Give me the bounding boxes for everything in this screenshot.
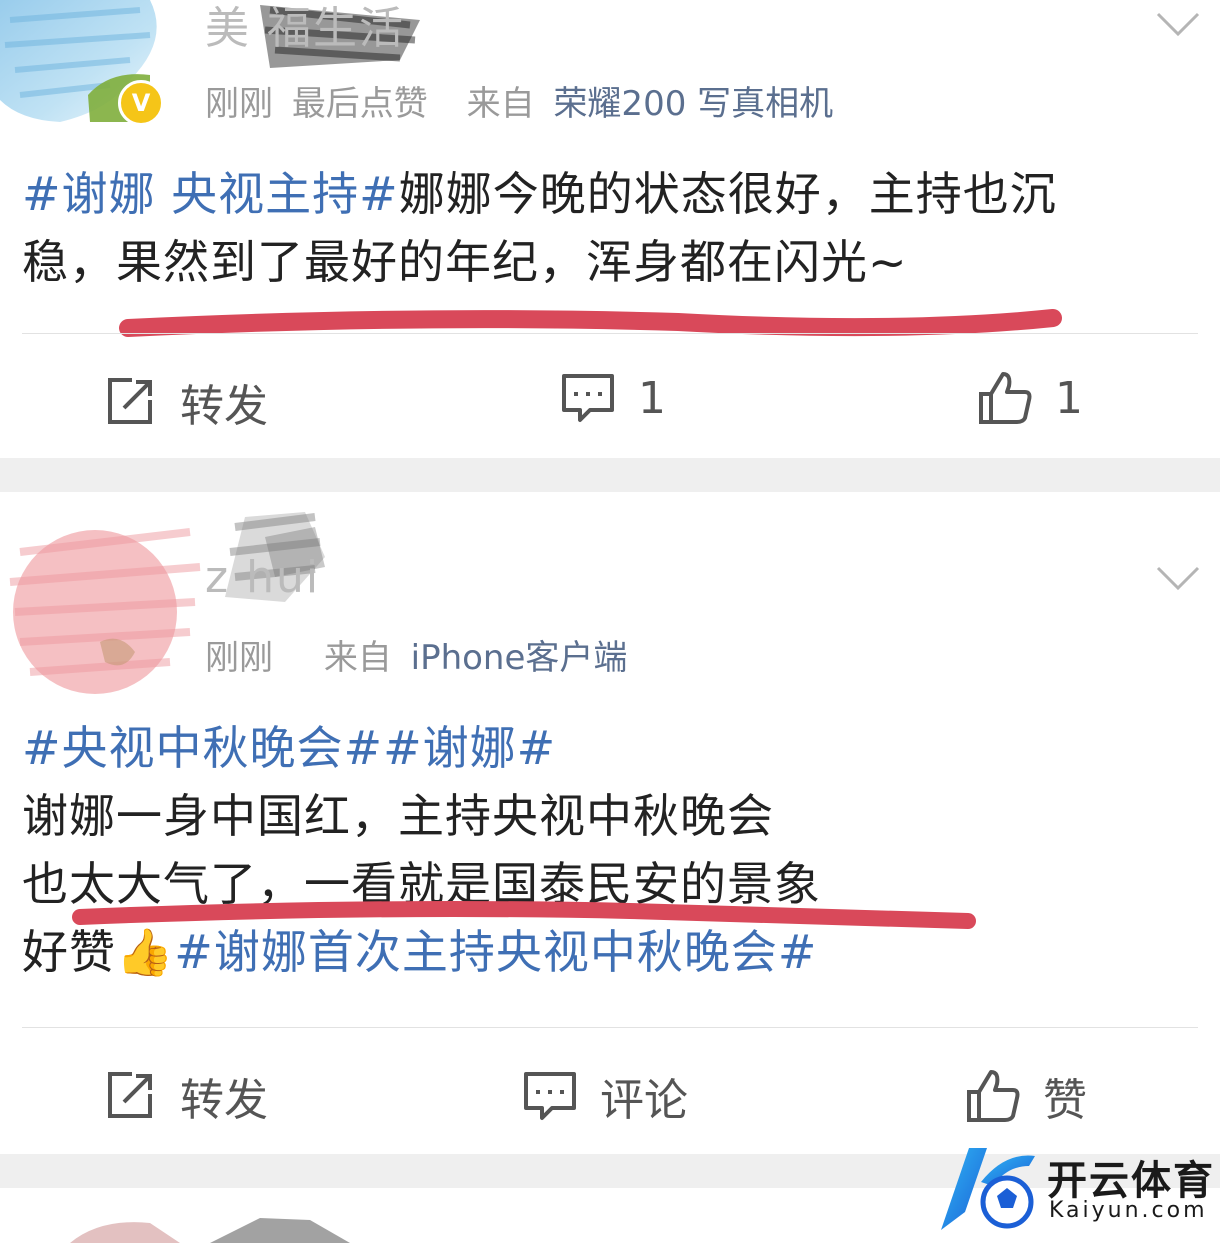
- red-underline: [119, 309, 1062, 337]
- red-underline: [72, 901, 976, 929]
- repost-icon: [102, 1068, 158, 1124]
- divider: [22, 333, 1198, 334]
- avatar[interactable]: [0, 512, 210, 702]
- repost-label: 转发: [180, 1075, 268, 1126]
- post-card-2: z hui 刚刚 来自 iPhone客户端 #央视中秋晚会##谢娜# 谢娜一身中…: [0, 492, 1220, 1154]
- card-separator: [0, 458, 1220, 492]
- topic-link[interactable]: #央视中秋晚会#: [22, 721, 383, 775]
- comment-button[interactable]: 1: [560, 370, 666, 426]
- comment-label: 评论: [600, 1075, 688, 1126]
- kaiyun-logo-icon: [941, 1148, 1035, 1230]
- post-time: 刚刚: [205, 638, 273, 678]
- username[interactable]: z hui: [205, 552, 320, 603]
- post-meta: 刚刚 最后点赞 来自 荣耀200 写真相机: [205, 76, 833, 125]
- post-time: 刚刚: [205, 84, 273, 124]
- last-like-label: 最后点赞: [291, 84, 428, 124]
- like-icon: [977, 370, 1033, 426]
- repost-button[interactable]: 转发: [102, 370, 268, 434]
- from-label: 来自: [323, 638, 392, 678]
- like-button[interactable]: 1: [977, 370, 1083, 426]
- post-source[interactable]: 荣耀200 写真相机: [553, 84, 833, 124]
- verified-icon: V: [118, 80, 164, 126]
- watermark-en: Kaiyun.com: [1049, 1198, 1208, 1223]
- topic-link[interactable]: #谢娜 央视主持#: [22, 167, 399, 221]
- comment-count: 1: [638, 372, 666, 424]
- comment-button[interactable]: 评论: [522, 1064, 688, 1128]
- post-body: #谢娜 央视主持#娜娜今晚的状态很好，主持也沉 稳，果然到了最好的年纪，浑身都在…: [22, 160, 1057, 296]
- repost-button[interactable]: 转发: [102, 1064, 268, 1128]
- username[interactable]: 美 福生活: [205, 0, 405, 56]
- post-source[interactable]: iPhone客户端: [411, 638, 628, 678]
- post-text: 谢娜一身中国红，主持央视中秋晚会: [22, 789, 774, 843]
- chevron-down-icon[interactable]: [1155, 564, 1201, 594]
- post-text: 娜娜今晚的状态很好，主持也沉: [398, 167, 1057, 221]
- repost-label: 转发: [180, 381, 268, 432]
- comment-icon: [522, 1068, 578, 1124]
- like-icon: [965, 1068, 1021, 1124]
- post-meta: 刚刚 来自 iPhone客户端: [205, 630, 627, 679]
- post-body: #央视中秋晚会##谢娜# 谢娜一身中国红，主持央视中秋晚会 也太大气了，一看就是…: [22, 714, 821, 986]
- from-label: 来自: [466, 84, 535, 124]
- comment-icon: [560, 370, 616, 426]
- avatar[interactable]: [60, 1208, 360, 1243]
- like-button[interactable]: 赞: [965, 1064, 1087, 1128]
- divider: [22, 1027, 1198, 1028]
- like-label: 赞: [1043, 1075, 1087, 1126]
- topic-link[interactable]: #谢娜#: [383, 721, 556, 775]
- watermark-logo: 开云体育 Kaiyun.com: [935, 1142, 1215, 1237]
- post-card-1: V 美 福生活 刚刚 最后点赞 来自 荣耀200 写真相机 #谢娜 央视主持#娜…: [0, 0, 1220, 458]
- like-count: 1: [1055, 372, 1083, 424]
- post-text: 稳，果然到了最好的年纪，浑身都在闪光~: [22, 235, 908, 289]
- chevron-down-icon[interactable]: [1155, 10, 1201, 40]
- repost-icon: [102, 374, 158, 430]
